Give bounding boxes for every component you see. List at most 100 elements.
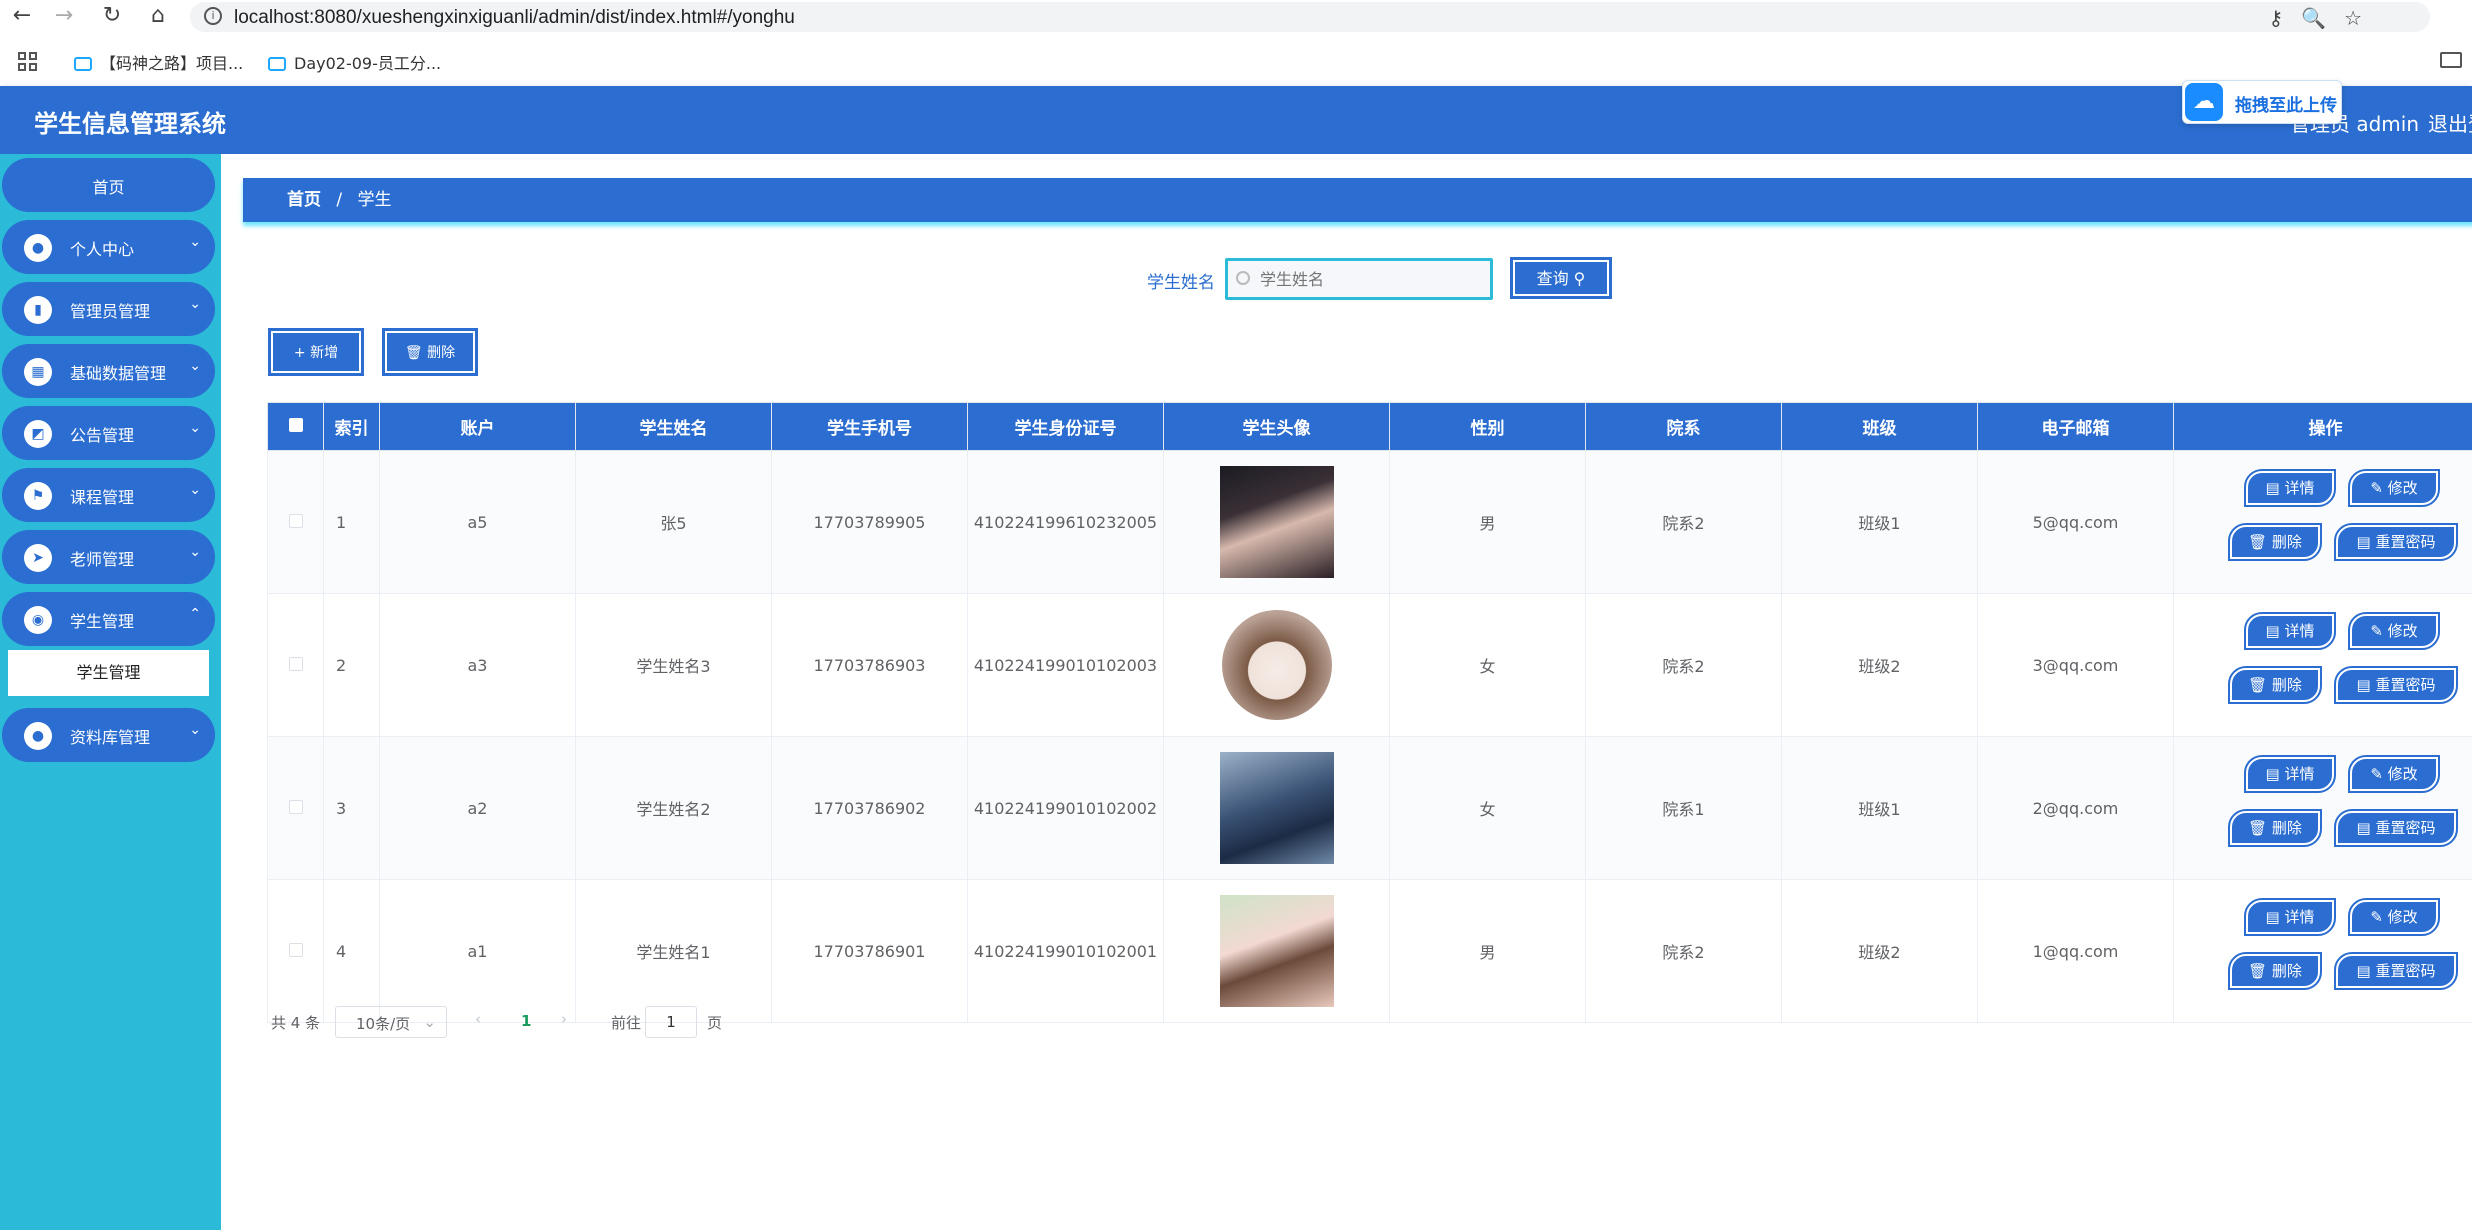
cell-account: a1: [379, 879, 576, 1023]
column-header: 电子邮箱: [1977, 402, 2174, 451]
column-header: 索引: [323, 402, 380, 451]
cell-phone: 17703789905: [771, 450, 968, 594]
page-size-select[interactable]: 10条/页 ⌄: [335, 1006, 447, 1038]
avatar: [1221, 610, 1332, 720]
row-checkbox[interactable]: [288, 513, 303, 528]
forward-icon[interactable]: →: [52, 4, 76, 28]
cell-index: 3: [323, 736, 380, 880]
cell-name: 张5: [575, 450, 772, 594]
cell-actions: ▤ 详情 ✎ 修改 🗑 删除 ▤ 重置密码: [2173, 879, 2472, 1023]
breadcrumb-separator: /: [336, 190, 343, 210]
address-bar-icons[interactable]: ⚷🔍☆: [2269, 6, 2380, 30]
site-info-icon[interactable]: i: [204, 7, 222, 25]
edit-button[interactable]: ✎ 修改: [2348, 469, 2440, 507]
select-all-checkbox[interactable]: [288, 417, 303, 432]
cell-id-card: 410224199010102001: [967, 879, 1164, 1023]
select-all-cell: [267, 402, 324, 451]
batch-delete-button[interactable]: 🗑 删除: [383, 329, 477, 375]
table-header-row: 索引 账户 学生姓名 学生手机号 学生身份证号 学生头像 性别 院系 班级 电子…: [267, 402, 2472, 451]
sidebar-item-home[interactable]: 首页: [2, 158, 215, 212]
search-input[interactable]: [1260, 267, 1480, 291]
cell-phone: 17703786903: [771, 593, 968, 737]
bookmark-item[interactable]: 【码神之路】项目...: [74, 50, 243, 74]
detail-button[interactable]: ▤ 详情: [2244, 898, 2336, 936]
row-select-cell: [267, 736, 324, 880]
sidebar-subitem-student-management[interactable]: 学生管理: [8, 650, 209, 696]
delete-button[interactable]: 🗑 删除: [2228, 666, 2322, 704]
cell-gender: 男: [1389, 879, 1586, 1023]
chevron-down-icon: ⌄: [189, 544, 201, 560]
reset-password-button[interactable]: ▤ 重置密码: [2334, 809, 2458, 847]
chevron-down-icon: ⌄: [189, 482, 201, 498]
edit-button[interactable]: ✎ 修改: [2348, 898, 2440, 936]
cell-class: 班级2: [1781, 879, 1978, 1023]
sidebar-item-notice[interactable]: ◩ 公告管理 ⌄: [2, 406, 215, 460]
row-checkbox[interactable]: [288, 656, 303, 671]
column-header: 学生身份证号: [967, 402, 1164, 451]
url-text[interactable]: localhost:8080/xueshengxinxiguanli/admin…: [234, 7, 795, 29]
sidebar-item-personal-center[interactable]: ● 个人中心 ⌄: [2, 220, 215, 274]
cell-gender: 女: [1389, 593, 1586, 737]
sidebar-item-library[interactable]: ● 资料库管理 ⌄: [2, 708, 215, 762]
page-number[interactable]: 1: [521, 1012, 531, 1030]
search-field[interactable]: [1225, 258, 1493, 300]
cell-index: 4: [323, 879, 380, 1023]
logout-link[interactable]: 退出登录: [2428, 108, 2472, 137]
cell-phone: 17703786902: [771, 736, 968, 880]
home-icon[interactable]: ⌂: [146, 4, 170, 28]
detail-button[interactable]: ▤ 详情: [2244, 469, 2336, 507]
detail-button[interactable]: ▤ 详情: [2244, 755, 2336, 793]
prev-page-icon[interactable]: ‹: [475, 1010, 481, 1028]
column-header: 学生手机号: [771, 402, 968, 451]
delete-button[interactable]: 🗑 删除: [2228, 952, 2322, 990]
sidebar-item-admin-management[interactable]: ▮ 管理员管理 ⌄: [2, 282, 215, 336]
row-checkbox[interactable]: [288, 942, 303, 957]
address-bar[interactable]: i localhost:8080/xueshengxinxiguanli/adm…: [190, 2, 2430, 32]
delete-button[interactable]: 🗑 删除: [2228, 809, 2322, 847]
add-button[interactable]: + 新增: [269, 329, 363, 375]
bookmark-item[interactable]: Day02-09-员工分...: [268, 50, 441, 74]
reset-password-button[interactable]: ▤ 重置密码: [2334, 666, 2458, 704]
column-header: 性别: [1389, 402, 1586, 451]
sidebar-item-basic-data[interactable]: ▦ 基础数据管理 ⌄: [2, 344, 215, 398]
query-button[interactable]: 查询 ⚲: [1511, 258, 1611, 298]
sidebar-item-label: 老师管理: [70, 550, 135, 569]
sidebar-item-label: 管理员管理: [70, 302, 151, 321]
edit-button[interactable]: ✎ 修改: [2348, 755, 2440, 793]
upload-float-widget[interactable]: ☁ 拖拽至此上传: [2182, 80, 2342, 124]
sidebar-item-label: 资料库管理: [70, 728, 151, 747]
reset-password-button[interactable]: ▤ 重置密码: [2334, 523, 2458, 561]
send-icon: ➤: [24, 544, 52, 572]
row-checkbox[interactable]: [288, 799, 303, 814]
sidebar-item-student[interactable]: ◉ 学生管理 ⌃: [2, 592, 215, 646]
goto-page-input[interactable]: 1: [645, 1006, 697, 1038]
chevron-down-icon: ⌄: [423, 1013, 436, 1031]
row-select-cell: [267, 593, 324, 737]
sidebar-item-course[interactable]: ⚑ 课程管理 ⌄: [2, 468, 215, 522]
browser-chrome: ← → ↻ ⌂ i localhost:8080/xueshengxinxigu…: [0, 0, 2472, 86]
pagination-total: 共 4 条: [271, 1014, 321, 1032]
bar-chart-icon: ▮: [24, 296, 52, 324]
address-row: ← → ↻ ⌂ i localhost:8080/xueshengxinxigu…: [0, 0, 2472, 34]
cell-email: 1@qq.com: [1977, 879, 2174, 1023]
delete-button[interactable]: 🗑 删除: [2228, 523, 2322, 561]
sidebar-item-teacher[interactable]: ➤ 老师管理 ⌄: [2, 530, 215, 584]
cell-avatar: [1163, 450, 1390, 594]
reload-icon[interactable]: ↻: [100, 4, 124, 28]
user-icon: ●: [24, 234, 52, 262]
breadcrumb-home[interactable]: 首页: [287, 190, 321, 210]
next-page-icon[interactable]: ›: [561, 1010, 567, 1028]
folder-icon[interactable]: [2440, 52, 2462, 68]
table-row: 2 a3 学生姓名3 17703786903 41022419901010200…: [267, 593, 2472, 737]
detail-button[interactable]: ▤ 详情: [2244, 612, 2336, 650]
cell-index: 2: [323, 593, 380, 737]
apps-icon[interactable]: [18, 52, 38, 72]
back-icon[interactable]: ←: [10, 4, 34, 28]
column-header: 学生头像: [1163, 402, 1390, 451]
chevron-up-icon: ⌃: [189, 606, 201, 622]
edit-button[interactable]: ✎ 修改: [2348, 612, 2440, 650]
breadcrumb-current: 学生: [357, 190, 392, 210]
reset-password-button[interactable]: ▤ 重置密码: [2334, 952, 2458, 990]
chevron-down-icon: ⌄: [189, 722, 201, 738]
avatar: [1219, 752, 1334, 864]
